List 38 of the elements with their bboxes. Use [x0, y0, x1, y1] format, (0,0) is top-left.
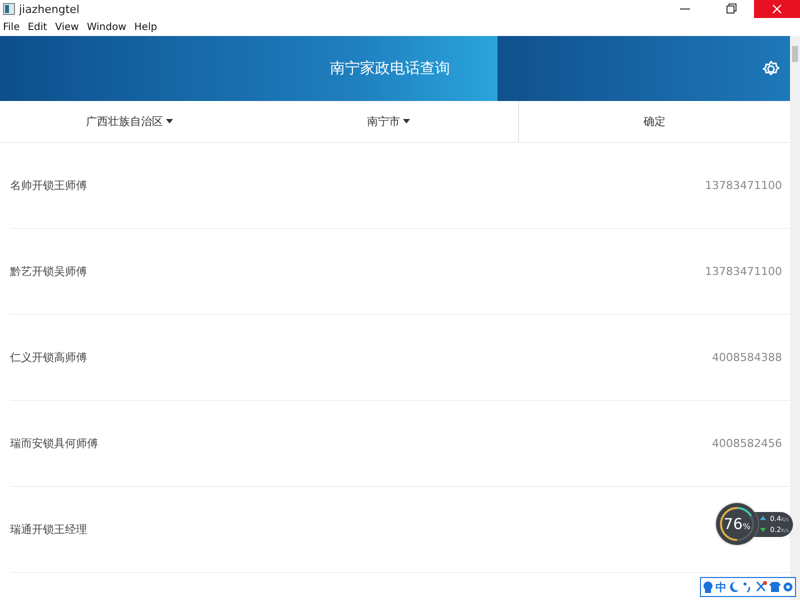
- caret-icon: [166, 119, 173, 124]
- listing-name: 黔艺开锁吴师傅: [10, 264, 87, 279]
- header-title: 南宁家政电话查询: [330, 59, 450, 78]
- settings-icon[interactable]: [762, 60, 780, 78]
- list-row[interactable]: 黔艺开锁吴师傅 13783471100: [10, 229, 790, 315]
- list-row[interactable]: 瑞而安锁具何师傅 4008582456: [10, 401, 790, 487]
- shirt-icon[interactable]: [768, 581, 781, 593]
- menu-item[interactable]: View: [55, 22, 79, 32]
- settings-icon[interactable]: [782, 581, 794, 593]
- memory-percent: 76%: [724, 515, 750, 533]
- phone-number: 13783471100: [705, 179, 782, 192]
- download-arrow-icon: [760, 527, 766, 532]
- menu-item[interactable]: File: [3, 22, 20, 32]
- caret-icon: [403, 119, 410, 124]
- menu-item[interactable]: Edit: [28, 22, 48, 32]
- phone-number: 4008582456: [712, 437, 782, 450]
- upload-arrow-icon: [760, 516, 766, 521]
- dropdown[interactable]: 南宁市: [259, 101, 518, 142]
- scrollbar-thumb[interactable]: [792, 46, 798, 62]
- phone-number: 13783471100: [705, 265, 782, 278]
- app-icon: [3, 3, 15, 15]
- list-row[interactable]: 名帅开锁王师傅 13783471100: [10, 143, 790, 229]
- list-row[interactable]: 仁义开锁高师傅 4008584388: [10, 315, 790, 401]
- listing-name: 瑞而安锁具何师傅: [10, 436, 98, 451]
- menu-item[interactable]: Help: [134, 22, 158, 32]
- moon-icon[interactable]: [728, 581, 740, 593]
- input-mode-toggle[interactable]: 中: [715, 580, 726, 594]
- dropdown[interactable]: 广西壮族自治区: [0, 101, 259, 142]
- listing-name: 瑞通开锁王经理: [10, 522, 87, 537]
- phone-number: 4008584388: [712, 351, 782, 364]
- scissors-icon[interactable]: [755, 581, 768, 593]
- menu-item[interactable]: Window: [86, 22, 126, 32]
- window-title: jiazhengtel: [19, 2, 80, 16]
- ime-logo-icon[interactable]: [702, 581, 714, 593]
- close-button[interactable]: [754, 0, 800, 18]
- scrollbar[interactable]: [790, 36, 800, 600]
- listing-name: 仁义开锁高师傅: [10, 350, 87, 365]
- listing-name: 名帅开锁王师傅: [10, 178, 87, 193]
